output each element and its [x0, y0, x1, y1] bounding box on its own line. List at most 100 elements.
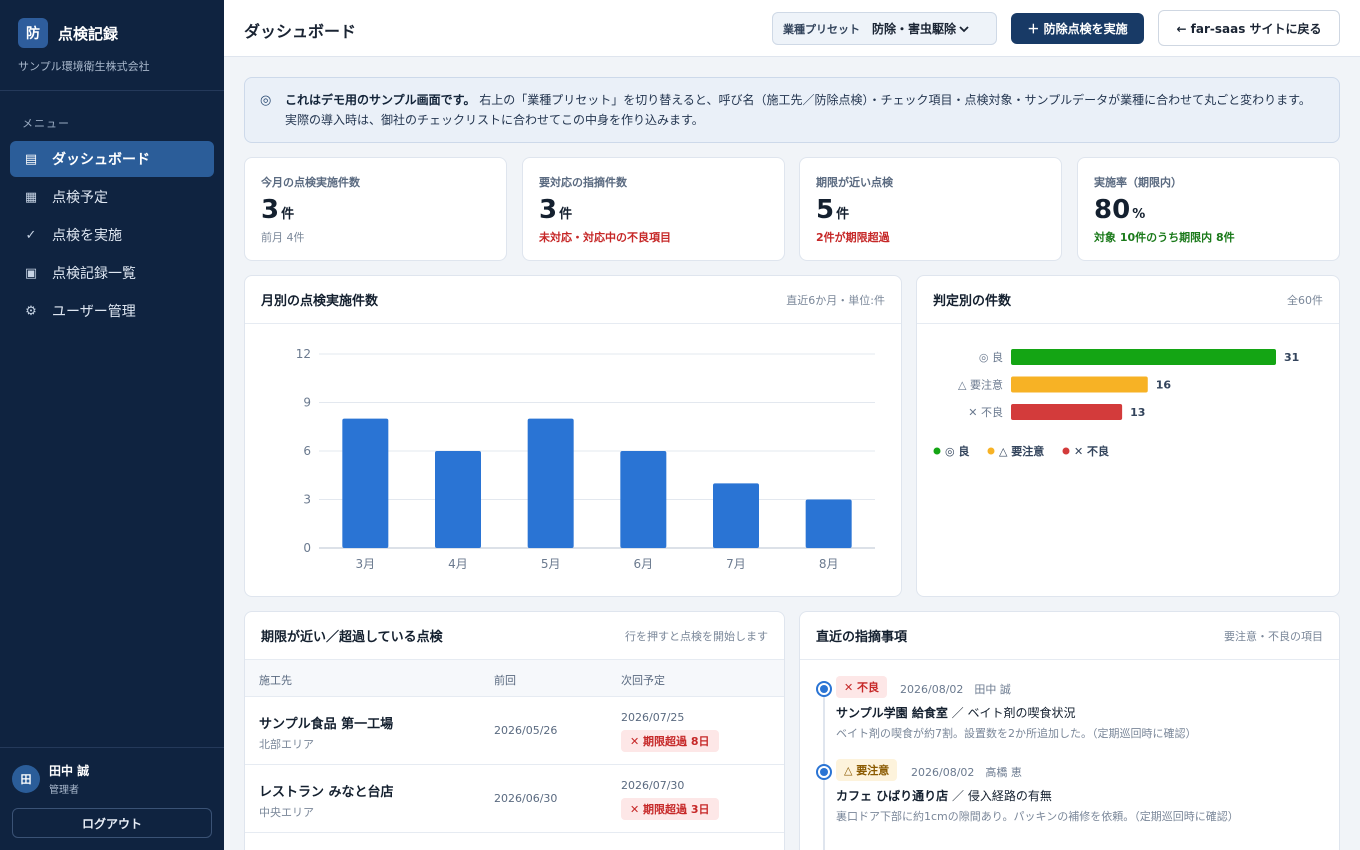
- panel-meta: 全60件: [1287, 293, 1323, 307]
- sidebar-item-label: 点検予定: [52, 190, 108, 206]
- sidebar-item-schedule[interactable]: ▦ 点検予定: [10, 179, 214, 215]
- panel-meta: 要注意・不良の項目: [1224, 629, 1323, 643]
- stat-label: 要対応の指摘件数: [539, 176, 627, 189]
- stat-number: 3: [539, 195, 558, 225]
- stat-unit: 件: [559, 207, 573, 222]
- judgement-bar-chart: ◎ 良 31 △ 要注意 16 ✕ 不良 13 ◎ 良 △ 要注意 ✕ 不良: [933, 349, 1299, 458]
- legend-label: ◎ 良: [945, 444, 969, 458]
- finding-person: 高橋 恵: [985, 766, 1022, 779]
- site-area: 中央エリア: [259, 806, 314, 819]
- next-date: 2026/07/25: [621, 711, 685, 724]
- data-label: 13: [1130, 406, 1145, 419]
- stat-note: 2件が期限超過: [816, 231, 890, 244]
- finding-title: カフェ ひばり通り店 ／ 侵入経路の有無: [836, 789, 1052, 803]
- x-tick-label: 8月: [819, 557, 839, 571]
- stat-value: 80%: [1094, 195, 1323, 225]
- overdue-badge: ✕ 期限超過 3日: [621, 798, 719, 820]
- stat-label: 期限が近い点検: [816, 176, 893, 189]
- y-tick-label: 3: [303, 493, 311, 507]
- stat-card-due-soon: 期限が近い点検 5件 2件が期限超過: [799, 157, 1062, 261]
- bar: [342, 418, 389, 548]
- prev-date: 2026/05/26: [494, 724, 558, 737]
- sidebar-item-perform-inspection[interactable]: ✓ 点検を実施: [10, 217, 214, 253]
- industry-preset-select[interactable]: 業種プリセット 防除・害虫駆除: [772, 12, 997, 45]
- deadline-panel: 期限が近い／超過している点検 行を押すと点検を開始します 施工先 前回 次回予定…: [244, 611, 785, 850]
- table-row[interactable]: サンプル食品 第一工場 北部エリア 2026/05/26 2026/07/25 …: [245, 697, 784, 765]
- back-to-site-button[interactable]: ← far-saas サイトに戻る: [1158, 10, 1340, 46]
- stat-unit: 件: [836, 207, 850, 222]
- panel-title: 期限が近い／超過している点検: [261, 630, 443, 645]
- finding-body: 裏口ドア下部に約1cmの隙間あり。パッキンの補修を依頼。（定期巡回時に確認）: [836, 810, 1239, 823]
- sidebar-item-label: 点検記録一覧: [52, 266, 136, 282]
- finding-site: サンプル学園 給食室: [836, 706, 948, 720]
- monthly-bar-chart: 0 3 6 9 12 3月 4月 5月 6月 7月 8月: [296, 347, 875, 571]
- finding-title: サンプル学園 給食室 ／ ベイト剤の喫食状況: [836, 706, 1076, 720]
- stat-number: 3: [261, 195, 280, 225]
- finding-date: 2026/08/02 高橋 恵: [911, 764, 1022, 780]
- legend-label: △ 要注意: [999, 444, 1044, 458]
- bar: [435, 451, 481, 548]
- header: ダッシュボード 業種プリセット 防除・害虫駆除 ＋ 防除点検を実施 ← far-…: [224, 0, 1360, 57]
- start-inspection-button[interactable]: ＋ 防除点検を実施: [1011, 13, 1144, 44]
- sidebar-item-dashboard[interactable]: ▤ ダッシュボード: [10, 141, 214, 177]
- stat-card-monthly-count: 今月の点検実施件数 3件 前月 4件: [244, 157, 507, 261]
- sidebar-item-records[interactable]: ▣ 点検記録一覧: [10, 255, 214, 291]
- finding-date-text: 2026/08/02: [911, 766, 975, 779]
- site-name: サンプル食品 第一工場: [259, 717, 394, 732]
- timeline-dot-icon: [816, 681, 832, 697]
- brand: 防 点検記録: [0, 0, 224, 48]
- timeline-dot-icon: [816, 764, 832, 780]
- gear-icon: ⚙: [25, 303, 37, 319]
- panel-title: 直近の指摘事項: [816, 630, 908, 645]
- finding-site: カフェ ひばり通り店: [836, 789, 949, 803]
- brand-logo: 防: [18, 18, 48, 48]
- dashboard-icon: ▤: [24, 151, 38, 167]
- bar: [713, 483, 759, 548]
- logout-button[interactable]: ログアウト: [12, 808, 212, 838]
- stat-unit: 件: [281, 207, 295, 222]
- column-header-prev: 前回: [494, 674, 516, 687]
- table-row[interactable]: レストラン みなと台店 中央エリア 2026/06/30 2026/07/30 …: [245, 765, 784, 833]
- bar: [527, 418, 574, 548]
- panel-title: 月別の点検実施件数: [261, 294, 379, 309]
- data-label: 16: [1156, 379, 1172, 392]
- page-title: ダッシュボード: [244, 22, 357, 41]
- bar: [1011, 349, 1276, 365]
- legend-swatch: [933, 447, 941, 455]
- sidebar-item-users[interactable]: ⚙ ユーザー管理: [10, 293, 214, 329]
- y-tick-label: 6: [303, 444, 311, 458]
- bar: [805, 499, 852, 548]
- sidebar-item-label: 点検を実施: [52, 228, 122, 244]
- column-header-next: 次回予定: [621, 674, 665, 687]
- demo-notice: ◎ これはデモ用のサンプル画面です。 右上の「業種プリセット」を切り替えると、呼…: [244, 77, 1340, 143]
- y-tick-label: 0: [303, 541, 311, 555]
- info-icon: ◎: [260, 93, 272, 108]
- panel-meta: 直近6か月・単位:件: [786, 293, 885, 307]
- finding-check-item: ベイト剤の喫食状況: [967, 706, 1076, 720]
- finding-date: 2026/08/02 田中 誠: [900, 681, 1011, 697]
- category-label: ◎ 良: [979, 350, 1003, 364]
- finding-body: ベイト剤の喫食が約7割。設置数を2か所追加した。（定期巡回時に確認）: [836, 727, 1197, 740]
- calendar-icon: ▦: [24, 189, 38, 205]
- stat-value: 3件: [539, 195, 768, 225]
- check-icon: ✓: [25, 227, 37, 243]
- finding-date-text: 2026/08/02: [900, 683, 964, 696]
- preset-value: 防除・害虫駆除: [872, 22, 957, 36]
- stat-note: 対象 10件のうち期限内 8件: [1094, 231, 1235, 244]
- monthly-chart-panel: 月別の点検実施件数 直近6か月・単位:件 0 3 6 9 12 3月 4月 5月 6月 7月 8月: [244, 275, 902, 597]
- stat-number: 5: [816, 195, 835, 225]
- x-tick-label: 5月: [541, 557, 561, 571]
- severity-badge: ✕ 不良: [836, 676, 888, 698]
- avatar: 田: [12, 765, 40, 793]
- list-icon: ▣: [24, 265, 38, 281]
- stat-label: 実施率（期限内）: [1094, 176, 1182, 189]
- y-tick-label: 12: [296, 347, 311, 361]
- stat-note: 前月 4件: [261, 231, 305, 244]
- notice-strong: これはデモ用のサンプル画面です。: [285, 93, 476, 107]
- judgement-chart-panel: 判定別の件数 全60件 ◎ 良 31 △ 要注意 16 ✕ 不良 13 ◎ 良 △ 要注意 ✕ …: [916, 275, 1340, 597]
- sidebar-footer: 田 田中 誠 管理者 ログアウト: [0, 747, 224, 850]
- stat-value: 3件: [261, 195, 490, 225]
- x-tick-label: 6月: [634, 557, 654, 571]
- bar: [1011, 404, 1123, 420]
- stat-unit: %: [1132, 207, 1146, 222]
